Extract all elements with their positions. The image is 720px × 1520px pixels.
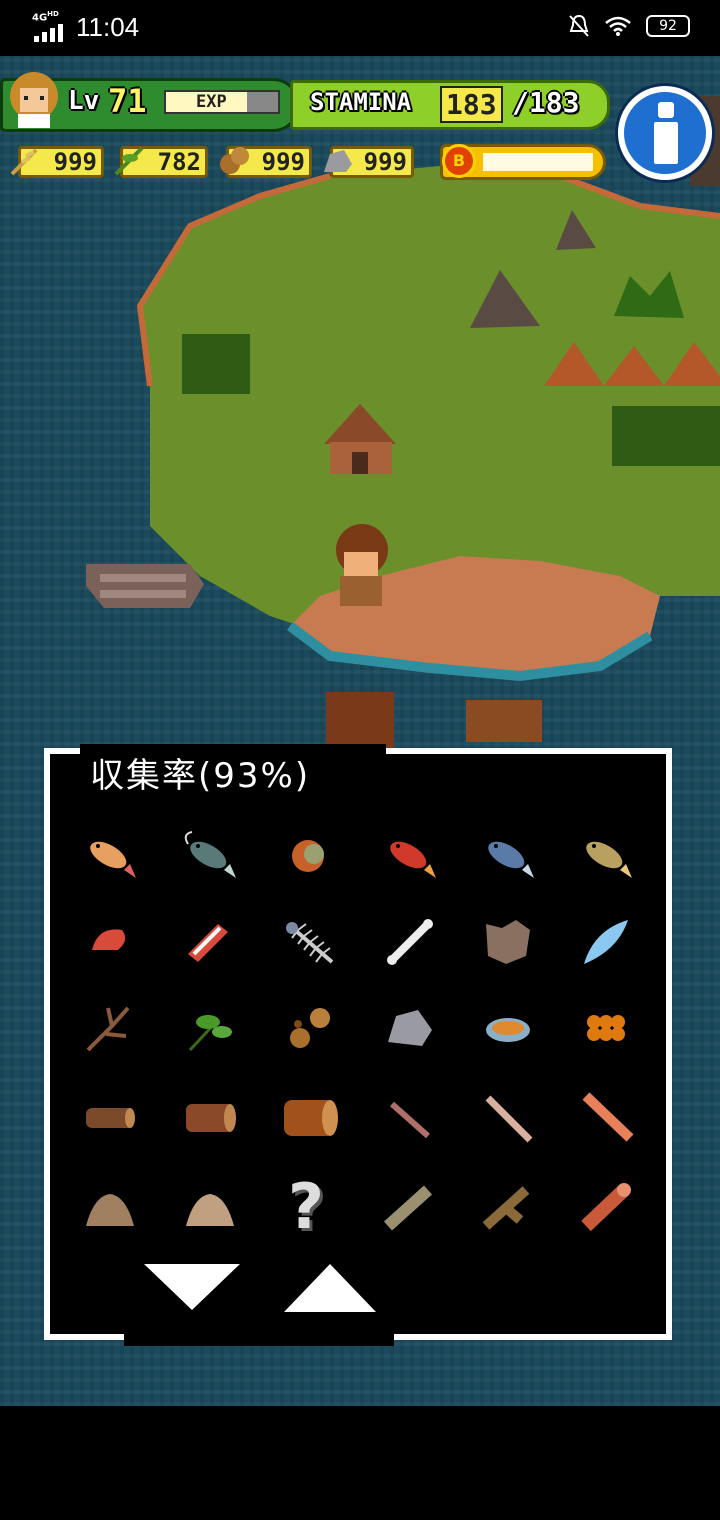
log-large-icon[interactable]: [278, 1086, 342, 1150]
driftwood-icon[interactable]: [378, 1176, 442, 1240]
exp-bar: EXP: [164, 90, 280, 114]
coin-icon: B: [442, 144, 476, 178]
red-fish-icon[interactable]: [378, 824, 442, 888]
herb-leaf-icon[interactable]: [178, 996, 242, 1060]
signal-icon: [34, 24, 63, 42]
twig-icon[interactable]: [78, 996, 142, 1060]
piranha-icon[interactable]: [278, 824, 342, 888]
info-icon: [658, 102, 674, 118]
unknown-item[interactable]: ?: [288, 1170, 324, 1243]
blue-fish-icon[interactable]: [476, 824, 540, 888]
fish-bone-icon[interactable]: [278, 910, 342, 974]
resource-value: 782: [157, 148, 201, 176]
clock: 11:04: [76, 12, 140, 42]
exp-bar-empty: [246, 92, 278, 112]
sawdust-pile-light-icon[interactable]: [178, 1176, 242, 1240]
log-small-icon[interactable]: [78, 1086, 142, 1150]
branch-icon[interactable]: [476, 1176, 540, 1240]
network-type: 4GHD: [32, 10, 59, 24]
stick-thin-icon[interactable]: [378, 1086, 442, 1150]
wheat-icon: [10, 148, 38, 176]
catfish-icon[interactable]: [178, 824, 242, 888]
stone-icon[interactable]: [378, 996, 442, 1060]
red-log-icon[interactable]: [574, 1176, 638, 1240]
stamina-current: 183: [440, 86, 503, 123]
info-icon-stem: [654, 122, 678, 164]
berries-icon[interactable]: [574, 996, 638, 1060]
stamina-label: STAMINA: [310, 88, 412, 116]
acorn-icon: [220, 147, 249, 174]
spotted-fish-icon[interactable]: [574, 824, 638, 888]
info-button[interactable]: [618, 86, 712, 180]
plank-icon[interactable]: [574, 1086, 638, 1150]
battery-icon: 92: [646, 15, 690, 37]
status-bar: 4GHD 11:04 92: [0, 0, 720, 56]
battery-level: 92: [659, 18, 677, 34]
wifi-icon: [605, 16, 631, 36]
level-label: Lv: [68, 86, 100, 116]
rainbow-trout-icon[interactable]: [78, 824, 142, 888]
resource-value: 999: [363, 148, 407, 176]
feather-icon[interactable]: [574, 910, 638, 974]
collection-rate-title: 収集率(93%): [90, 756, 311, 796]
mute-bell-icon: [569, 14, 589, 37]
network-indicator: 4GHD: [30, 10, 70, 42]
bottom-bar: [0, 1406, 720, 1520]
stick-light-icon[interactable]: [476, 1086, 540, 1150]
arrow-down-icon[interactable]: [144, 1264, 240, 1310]
log-medium-icon[interactable]: [178, 1086, 242, 1150]
panel-bottom-gap: [124, 1332, 394, 1346]
acorns-icon[interactable]: [278, 996, 342, 1060]
herb-icon: [114, 146, 144, 176]
raw-meat-icon[interactable]: [178, 910, 242, 974]
resource-value: 999: [53, 148, 97, 176]
stone-icon: [324, 150, 352, 172]
coin-gauge-fill: [483, 153, 593, 171]
bone-icon[interactable]: [378, 910, 442, 974]
player-avatar-icon[interactable]: [6, 70, 62, 130]
stamina-max: /183: [512, 86, 580, 119]
animal-hide-icon[interactable]: [476, 910, 540, 974]
level-value: 71: [108, 82, 147, 120]
sawdust-pile-icon[interactable]: [78, 1176, 142, 1240]
resource-value: 999: [261, 148, 305, 176]
arrow-up-icon[interactable]: [284, 1264, 376, 1312]
shrimp-icon[interactable]: [78, 910, 142, 974]
bowl-icon[interactable]: [476, 996, 540, 1060]
exp-label: EXP: [196, 92, 227, 112]
